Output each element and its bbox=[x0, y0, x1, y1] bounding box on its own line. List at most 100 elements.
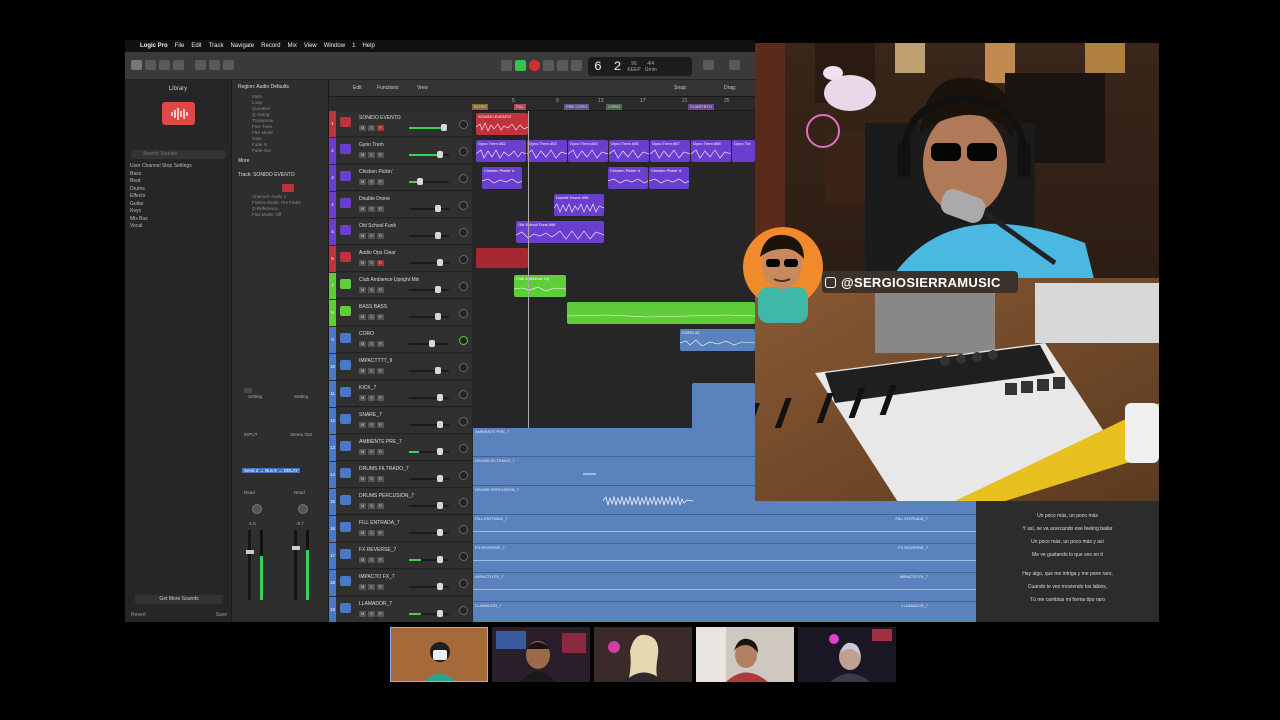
strip-b-pan-knob[interactable] bbox=[298, 504, 308, 514]
strip-b-output[interactable]: Stereo Out bbox=[290, 432, 312, 437]
track-header-17[interactable]: 17 FX REVERSE_7 M S R bbox=[329, 543, 472, 569]
audio-region[interactable]: Gyno Trem #53 bbox=[568, 140, 608, 162]
mute-button[interactable]: M bbox=[359, 287, 366, 293]
audio-region[interactable]: Gyno Trem #57 bbox=[650, 140, 690, 162]
snap-menu[interactable]: Snap: bbox=[674, 85, 687, 91]
mute-button[interactable]: M bbox=[359, 422, 366, 428]
drag-menu[interactable]: Drag: bbox=[724, 85, 736, 91]
track-volume[interactable] bbox=[409, 397, 449, 399]
solo-button[interactable]: S bbox=[368, 557, 375, 563]
editors-icon[interactable] bbox=[209, 60, 220, 70]
track-volume[interactable] bbox=[409, 532, 449, 534]
track-volume-knob[interactable] bbox=[437, 502, 443, 509]
track-name[interactable]: FX REVERSE_7 bbox=[359, 547, 396, 553]
track-header-15[interactable]: 15 DRUMS PERCUSIÓN_7 M S R bbox=[329, 489, 472, 515]
track-pan-knob[interactable] bbox=[459, 120, 468, 129]
track-header-13[interactable]: 13 AMBIENTE PRE_7 M S R bbox=[329, 435, 472, 461]
scissors-icon[interactable] bbox=[223, 60, 234, 70]
record-enable-button[interactable]: R bbox=[377, 152, 384, 158]
library-item[interactable]: Beat bbox=[130, 178, 228, 186]
mute-button[interactable]: M bbox=[359, 503, 366, 509]
solo-button[interactable]: S bbox=[368, 341, 375, 347]
get-more-sounds-button[interactable]: Get More Sounds bbox=[135, 595, 223, 604]
forward-icon[interactable] bbox=[557, 60, 568, 71]
track-header-9[interactable]: 9 CORO M S R bbox=[329, 327, 472, 353]
strip-b-fader-knob[interactable] bbox=[292, 546, 300, 550]
mute-button[interactable]: M bbox=[359, 368, 366, 374]
track-pan-knob[interactable] bbox=[459, 309, 468, 318]
participant-tile[interactable] bbox=[492, 627, 590, 682]
track-volume[interactable] bbox=[409, 181, 449, 183]
library-item[interactable]: User Channel Strip Settings bbox=[130, 163, 228, 171]
lcd-display[interactable]: 6 2 96 KEEP 4/4 Gmin bbox=[588, 57, 692, 76]
audio-region[interactable]: SONIDO EVENTO bbox=[476, 113, 528, 135]
smart-controls-icon[interactable] bbox=[173, 60, 184, 70]
record-enable-button[interactable]: R bbox=[377, 503, 384, 509]
count-in-icon[interactable] bbox=[729, 60, 740, 70]
track-header-3[interactable]: 3 Chicken Pickin' M S R bbox=[329, 165, 472, 191]
track-volume[interactable] bbox=[409, 559, 449, 561]
audio-region[interactable]: Gyno Trem #56 bbox=[609, 140, 649, 162]
mute-button[interactable]: M bbox=[359, 611, 366, 617]
record-enable-button[interactable]: R bbox=[377, 584, 384, 590]
track-header-18[interactable]: 18 IMPACTO FX_7 M S R bbox=[329, 570, 472, 596]
edit-menu[interactable]: Edit bbox=[353, 85, 362, 91]
track-volume-knob[interactable] bbox=[437, 394, 443, 401]
track-volume-knob[interactable] bbox=[435, 286, 441, 293]
track-name[interactable]: CORO bbox=[359, 331, 374, 337]
mute-button[interactable]: M bbox=[359, 530, 366, 536]
audio-region[interactable]: Club Ambience Up bbox=[514, 275, 566, 297]
mute-button[interactable]: M bbox=[359, 206, 366, 212]
track-header-14[interactable]: 14 DRUMS FILTRADO_7 M S R bbox=[329, 462, 472, 488]
strip-a-automation[interactable]: Read bbox=[244, 490, 255, 495]
menu-1[interactable]: 1 bbox=[352, 43, 355, 49]
track-name[interactable]: Chicken Pickin' bbox=[359, 169, 393, 175]
more-disclosure[interactable]: More bbox=[232, 154, 328, 168]
marker[interactable]: CORO bbox=[606, 104, 622, 110]
eq-thumbnail-icon[interactable] bbox=[244, 388, 252, 393]
mute-button[interactable]: M bbox=[359, 584, 366, 590]
track-name[interactable]: LLAMADOR_7 bbox=[359, 601, 392, 607]
participant-tile[interactable] bbox=[390, 627, 488, 682]
track-header-2[interactable]: 2 Gyno Trem M S R bbox=[329, 138, 472, 164]
audio-region[interactable]: Gyno Trem #58 bbox=[691, 140, 731, 162]
track-volume-knob[interactable] bbox=[435, 205, 441, 212]
strip-a-input[interactable]: INPUT bbox=[244, 432, 258, 437]
solo-button[interactable]: S bbox=[368, 422, 375, 428]
track-volume[interactable] bbox=[409, 424, 449, 426]
record-enable-button[interactable]: R bbox=[377, 557, 384, 563]
mute-button[interactable]: M bbox=[359, 179, 366, 185]
track-volume-knob[interactable] bbox=[429, 340, 435, 347]
menu-edit[interactable]: Edit bbox=[191, 43, 201, 49]
strip-b-fader[interactable] bbox=[294, 530, 297, 600]
library-item[interactable]: Keys bbox=[130, 208, 228, 216]
solo-button[interactable]: S bbox=[368, 260, 375, 266]
library-item[interactable]: Effects bbox=[130, 193, 228, 201]
track-pan-knob[interactable] bbox=[459, 498, 468, 507]
marker[interactable]: PUL bbox=[514, 104, 526, 110]
menu-track[interactable]: Track bbox=[209, 43, 224, 49]
menu-help[interactable]: Help bbox=[362, 43, 374, 49]
region-row[interactable]: FX REVERSE_7 FX REVERSE_7 bbox=[473, 544, 976, 573]
track-name[interactable]: DRUMS FILTRADO_7 bbox=[359, 466, 409, 472]
record-enable-button[interactable]: R bbox=[377, 260, 384, 266]
track-volume[interactable] bbox=[409, 451, 449, 453]
track-volume-knob[interactable] bbox=[417, 178, 423, 185]
record-enable-button[interactable]: R bbox=[377, 395, 384, 401]
mute-button[interactable]: M bbox=[359, 449, 366, 455]
mute-button[interactable]: M bbox=[359, 341, 366, 347]
library-item[interactable]: Bass bbox=[130, 171, 228, 179]
functions-menu[interactable]: Functions bbox=[377, 85, 399, 91]
track-volume[interactable] bbox=[409, 370, 449, 372]
audio-region[interactable]: CORO #2 bbox=[680, 329, 755, 351]
track-volume-knob[interactable] bbox=[437, 610, 443, 617]
track-pan-knob[interactable] bbox=[459, 525, 468, 534]
participant-tile[interactable] bbox=[696, 627, 794, 682]
record-enable-button[interactable]: R bbox=[377, 287, 384, 293]
menu-window[interactable]: Window bbox=[324, 43, 345, 49]
mixer-icon[interactable] bbox=[195, 60, 206, 70]
region-row[interactable]: FILL ENTRADA_7 FILL ENTRADA_7 bbox=[473, 515, 976, 544]
region-row[interactable]: LLAMADOR_7 LLAMADOR_7 bbox=[473, 602, 976, 622]
track-volume[interactable] bbox=[409, 208, 449, 210]
solo-button[interactable]: S bbox=[368, 179, 375, 185]
